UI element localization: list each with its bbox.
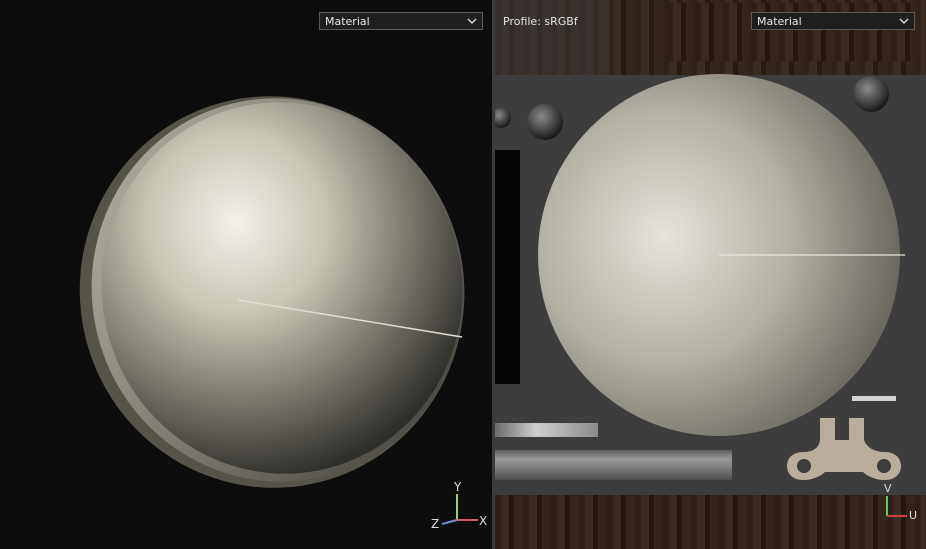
shield-face bbox=[101, 102, 463, 474]
material-dropdown-3d-label: Material bbox=[325, 14, 370, 28]
material-dropdown-2d[interactable]: Material bbox=[751, 12, 915, 30]
axis-label-x: X bbox=[479, 514, 488, 528]
color-profile-label: Profile: sRGBf bbox=[503, 15, 578, 28]
texture-wood-bottom bbox=[495, 495, 926, 549]
chevron-down-icon bbox=[467, 18, 477, 24]
uv-strip-1 bbox=[495, 423, 598, 437]
axis-gizmo-3d: Y Z X bbox=[426, 480, 492, 540]
axis-gizmo-uv: V U bbox=[883, 482, 923, 524]
axis-label-u: U bbox=[909, 509, 918, 522]
uv-key-hole-left bbox=[797, 459, 811, 473]
uv-sphere-right bbox=[853, 76, 889, 112]
shield-3d-render bbox=[79, 96, 465, 488]
axis-label-z: Z bbox=[431, 517, 440, 531]
uv-sphere-left bbox=[527, 104, 563, 140]
uv-key-hole-right bbox=[877, 459, 891, 473]
viewport-2d[interactable]: Profile: sRGBf Material V U bbox=[495, 0, 926, 549]
axis-label-v: V bbox=[884, 482, 892, 495]
uv-sphere-edge bbox=[495, 108, 511, 128]
axis-label-y: Y bbox=[454, 480, 462, 494]
chevron-down-icon bbox=[899, 18, 909, 24]
viewport-3d[interactable]: Material Y Z X bbox=[0, 0, 492, 549]
material-dropdown-3d[interactable]: Material bbox=[319, 12, 483, 30]
uv-small-bar bbox=[852, 396, 896, 401]
material-dropdown-2d-label: Material bbox=[757, 14, 802, 28]
uv-strip-2 bbox=[495, 450, 732, 480]
